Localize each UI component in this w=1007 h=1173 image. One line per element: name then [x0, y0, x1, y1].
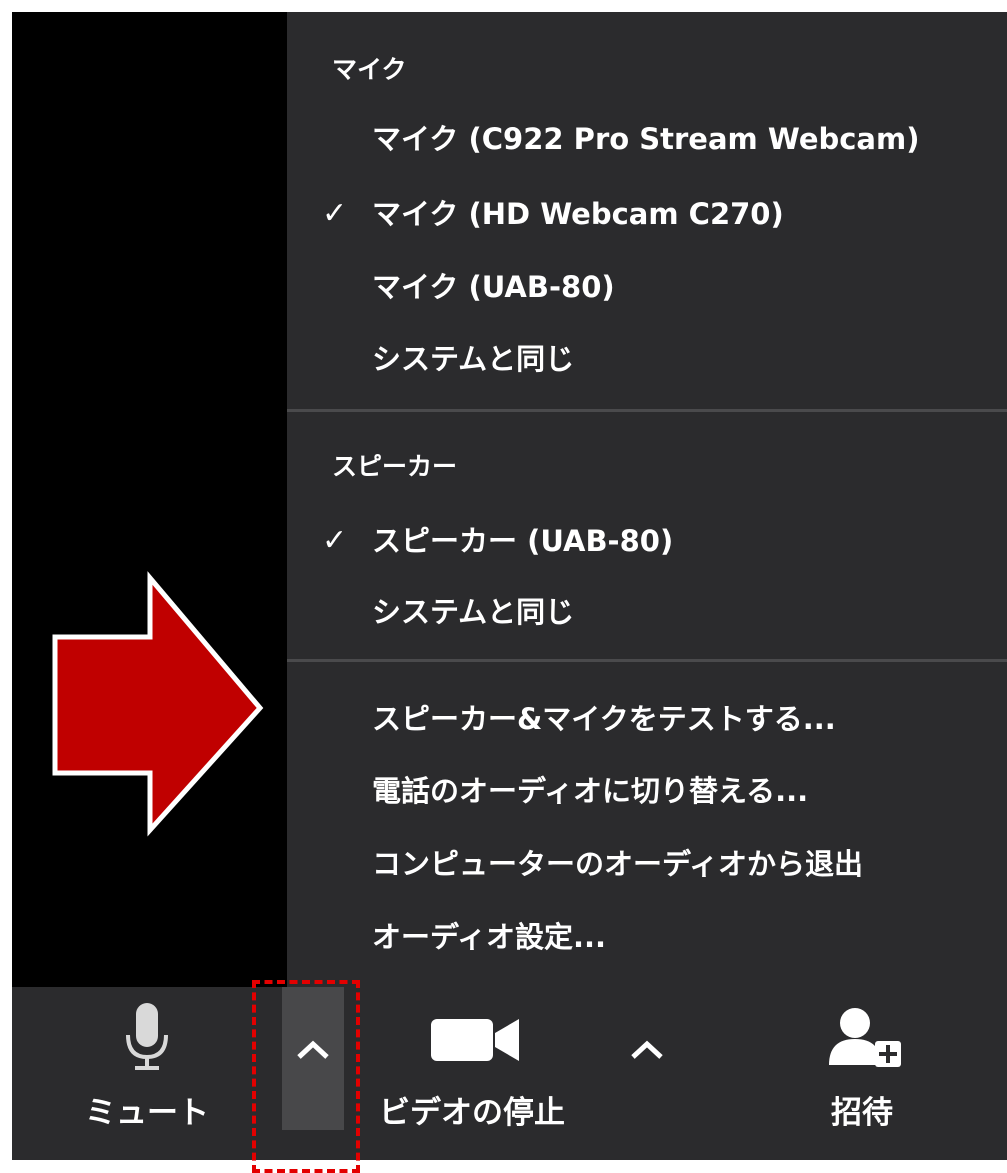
- menu-divider: [287, 409, 1007, 412]
- menu-item-label: マイク (UAB-80): [372, 270, 615, 304]
- stop-video-button[interactable]: ビデオの停止: [347, 987, 597, 1160]
- menu-item-label: スピーカー&マイクをテストする...: [372, 702, 836, 736]
- meeting-toolbar: ミュート ビデオの停止 招待: [12, 987, 1007, 1160]
- speaker-option-uab80[interactable]: ✓ スピーカー (UAB-80): [287, 509, 1007, 573]
- checkmark-icon: ✓: [322, 196, 348, 231]
- caret-up-icon: [627, 1035, 667, 1065]
- annotation-highlight-box: [252, 980, 360, 1173]
- stop-video-label: ビデオの停止: [379, 1095, 565, 1131]
- mic-option-hd-c270[interactable]: ✓ マイク (HD Webcam C270): [287, 182, 1007, 246]
- add-user-icon: [825, 1003, 905, 1079]
- microphone-icon: [122, 999, 172, 1083]
- menu-item-label: コンピューターのオーディオから退出: [372, 847, 863, 881]
- menu-item-label: マイク (C922 Pro Stream Webcam): [372, 122, 920, 156]
- mic-option-c922[interactable]: マイク (C922 Pro Stream Webcam): [287, 107, 1007, 171]
- menu-item-label: マイク (HD Webcam C270): [372, 197, 784, 231]
- menu-item-label: システムと同じ: [372, 595, 575, 629]
- menu-item-label: スピーカー (UAB-80): [372, 524, 674, 558]
- mic-option-uab80[interactable]: マイク (UAB-80): [287, 255, 1007, 319]
- menu-item-label: 電話のオーディオに切り替える...: [372, 774, 809, 808]
- leave-computer-audio-item[interactable]: コンピューターのオーディオから退出: [287, 832, 1007, 896]
- mute-button[interactable]: ミュート: [72, 987, 222, 1160]
- switch-to-phone-audio-item[interactable]: 電話のオーディオに切り替える...: [287, 759, 1007, 823]
- audio-dropdown-menu: マイク マイク (C922 Pro Stream Webcam) ✓ マイク (…: [287, 12, 1007, 987]
- video-options-caret-button[interactable]: [617, 987, 677, 1130]
- speaker-section-header: スピーカー: [332, 452, 458, 481]
- annotation-arrow: [52, 571, 264, 837]
- mic-section-header: マイク: [332, 55, 407, 84]
- video-camera-icon: [429, 1015, 521, 1069]
- menu-item-label: システムと同じ: [372, 342, 575, 376]
- audio-settings-item[interactable]: オーディオ設定...: [287, 905, 1007, 969]
- invite-label: 招待: [831, 1095, 893, 1131]
- mute-label: ミュート: [85, 1095, 209, 1131]
- menu-item-label: オーディオ設定...: [372, 920, 607, 954]
- menu-divider: [287, 659, 1007, 662]
- checkmark-icon: ✓: [322, 523, 348, 558]
- mic-option-system-default[interactable]: システムと同じ: [287, 327, 1007, 391]
- test-speaker-mic-item[interactable]: スピーカー&マイクをテストする...: [287, 687, 1007, 751]
- speaker-option-system-default[interactable]: システムと同じ: [287, 580, 1007, 644]
- invite-button[interactable]: 招待: [787, 987, 937, 1160]
